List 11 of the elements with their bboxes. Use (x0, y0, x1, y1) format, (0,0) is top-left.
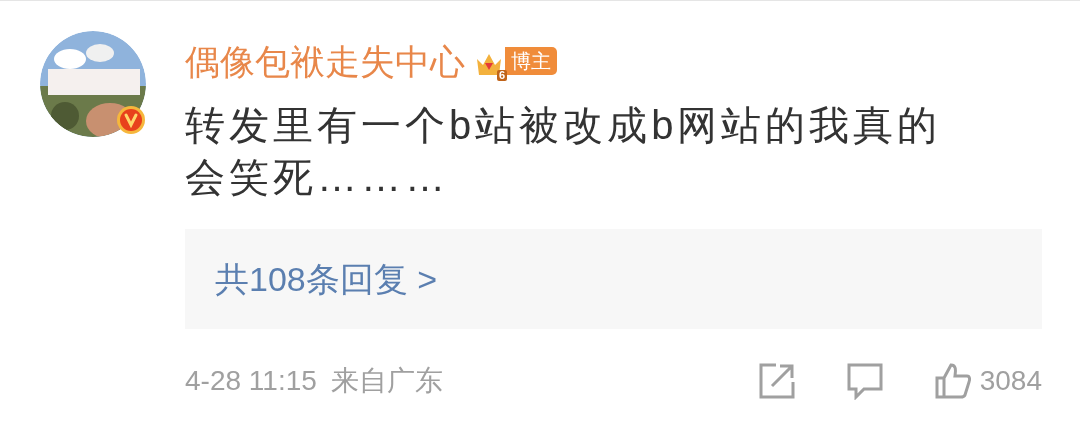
replies-link[interactable]: 共108条回复 > (215, 253, 438, 305)
comment-icon[interactable] (845, 362, 884, 400)
post-time: 4-28 11:15 (185, 364, 317, 398)
thumbs-up-icon[interactable] (933, 362, 972, 400)
like-count: 3084 (979, 364, 1042, 398)
comment-text: 转发里有一个b站被改成b网站的我真的会笑死……… (185, 102, 943, 201)
badge-label: 博主 (505, 47, 557, 75)
author-name[interactable]: 偶像包袱走失中心 (185, 43, 465, 79)
share-icon[interactable] (757, 362, 796, 400)
post-location: 来自广东 (330, 364, 443, 398)
badge-level: 6 (496, 70, 507, 81)
